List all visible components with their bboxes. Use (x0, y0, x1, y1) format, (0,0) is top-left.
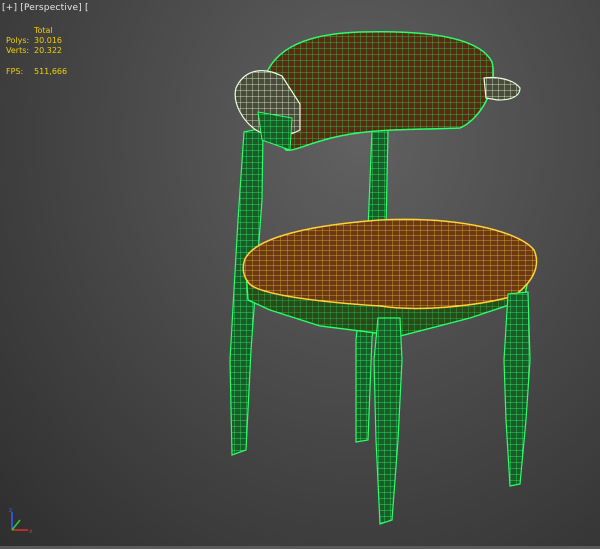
viewport-perspective[interactable]: [+] [Perspective] [ Total Polys: 30.016 … (0, 0, 600, 549)
front-left-leg (373, 317, 403, 525)
front-right-leg (503, 291, 531, 487)
svg-text:z: z (9, 507, 12, 514)
axis-gizmo-icon: x z (9, 507, 33, 535)
chair-seat (242, 218, 538, 310)
svg-text:x: x (29, 528, 33, 535)
chair-wireframe-model[interactable] (0, 0, 600, 549)
